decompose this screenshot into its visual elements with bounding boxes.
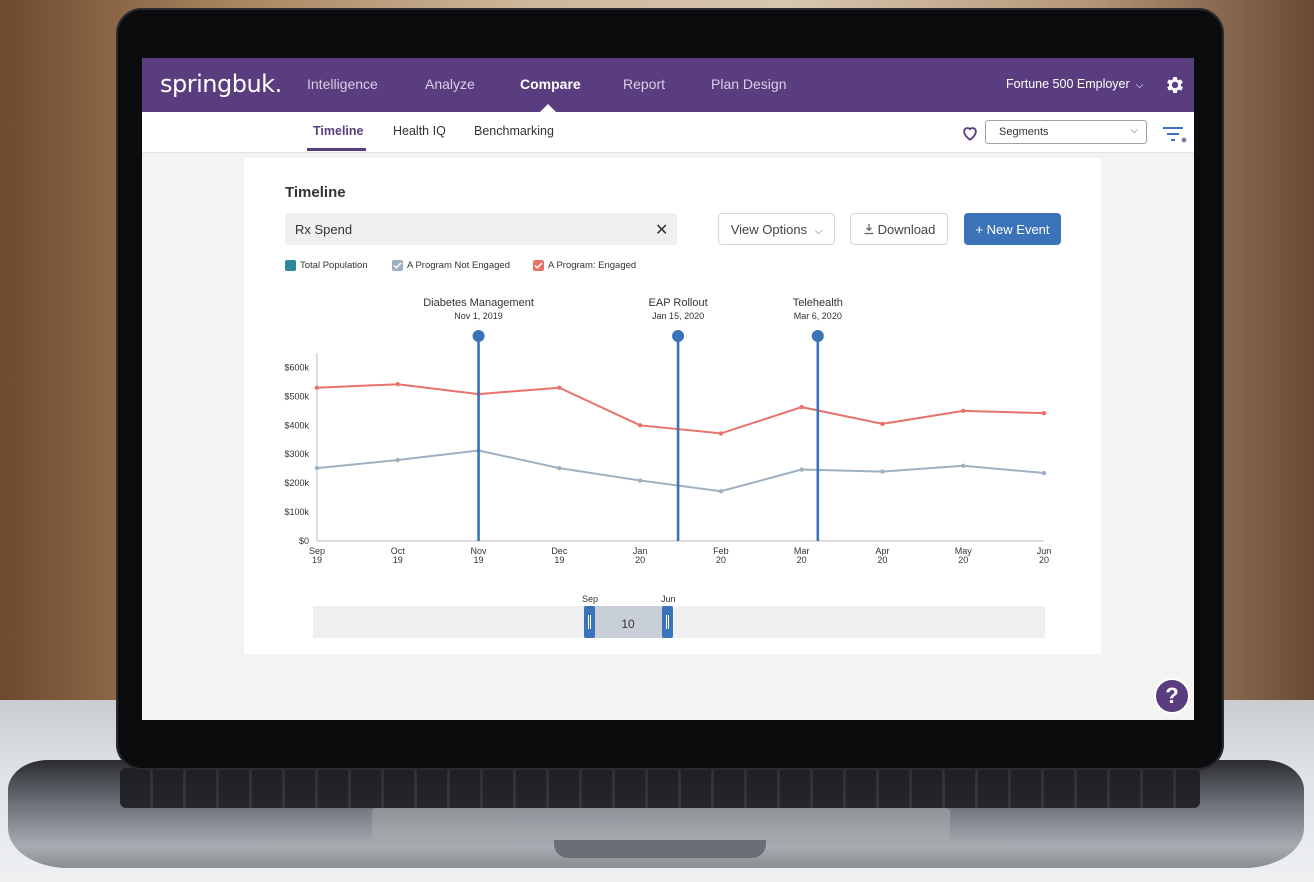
segments-placeholder: Segments — [999, 126, 1049, 138]
employer-selector[interactable]: Fortune 500 Employer ⌵ — [1006, 77, 1143, 91]
event-name: EAP Rollout — [649, 297, 708, 309]
y-tick-label: $500k — [284, 391, 309, 401]
segments-select[interactable]: Segments ⌵ — [985, 120, 1147, 144]
x-tick-label: 20 — [1039, 555, 1049, 565]
x-tick-label: 20 — [797, 555, 807, 565]
event-marker-handle[interactable] — [672, 330, 685, 342]
active-tab-underline — [307, 148, 366, 151]
event-date: Mar 6, 2020 — [794, 311, 842, 321]
series-point — [961, 463, 966, 468]
series-point — [637, 478, 643, 483]
app-screen: springbuk. Intelligence Analyze Compare … — [142, 58, 1194, 720]
event-date: Jan 15, 2020 — [652, 311, 704, 321]
series-point — [395, 457, 400, 463]
y-tick-label: $100k — [284, 507, 309, 517]
tab-timeline[interactable]: Timeline — [313, 124, 363, 138]
nav-analyze[interactable]: Analyze — [425, 76, 475, 92]
employer-name: Fortune 500 Employer — [1006, 77, 1130, 91]
y-tick-label: $400k — [284, 420, 309, 430]
nav-report[interactable]: Report — [623, 76, 665, 92]
top-navigation: springbuk. Intelligence Analyze Compare … — [142, 58, 1194, 112]
heart-icon[interactable] — [960, 123, 980, 143]
series-point — [880, 421, 885, 427]
series-point — [799, 467, 804, 472]
x-tick-label: 20 — [877, 555, 887, 565]
help-button[interactable]: ? — [1154, 678, 1190, 714]
event-marker-handle[interactable] — [472, 330, 485, 342]
timeline-chart: $0$100k$200k$300k$400k$500k$600kSep19Oct… — [284, 297, 1051, 565]
y-tick-label: $200k — [284, 478, 309, 488]
series-point — [557, 465, 562, 471]
nav-plan-design[interactable]: Plan Design — [711, 76, 787, 92]
series-point — [1041, 470, 1047, 476]
range-slider-track[interactable] — [313, 606, 1045, 638]
gear-icon[interactable] — [1164, 74, 1186, 96]
tab-benchmarking[interactable]: Benchmarking — [474, 124, 554, 138]
series-point — [557, 385, 562, 390]
tab-health-iq[interactable]: Health IQ — [393, 124, 446, 138]
x-tick-label: 19 — [554, 555, 564, 565]
range-start-label: Sep — [582, 594, 599, 604]
event-marker-handle[interactable] — [811, 330, 824, 342]
event-date: Nov 1, 2019 — [454, 311, 503, 321]
chevron-down-icon: ⌵ — [1135, 80, 1144, 91]
range-count: 10 — [621, 617, 635, 631]
springbuk-logo[interactable]: springbuk. — [160, 70, 282, 98]
series-point — [718, 431, 724, 436]
series-point — [314, 385, 320, 390]
y-tick-label: $600k — [284, 362, 309, 372]
event-name: Diabetes Management — [423, 297, 534, 309]
chevron-down-icon: ⌵ — [1130, 125, 1138, 136]
laptop-keyboard — [120, 768, 1200, 808]
series-point — [1041, 410, 1047, 416]
active-nav-indicator — [540, 104, 556, 112]
x-tick-label: 19 — [474, 555, 484, 565]
nav-compare[interactable]: Compare — [520, 76, 581, 92]
laptop-trackpad — [372, 808, 950, 840]
event-name: Telehealth — [793, 297, 843, 309]
y-tick-label: $0 — [299, 536, 309, 546]
series-line — [316, 449, 1045, 493]
series-point — [637, 423, 643, 428]
series-point — [718, 489, 724, 494]
x-tick-label: 20 — [716, 555, 726, 565]
timeline-card: Timeline Rx Spend ✕ View Options ⌵ Downl… — [244, 158, 1101, 654]
nav-intelligence[interactable]: Intelligence — [307, 76, 378, 92]
range-end-label: Jun — [661, 594, 676, 604]
series-point — [799, 404, 804, 410]
x-tick-label: 19 — [393, 555, 403, 565]
y-tick-label: $300k — [284, 449, 309, 459]
series-line — [316, 383, 1045, 435]
x-tick-label: 20 — [635, 555, 645, 565]
series-point — [314, 465, 320, 471]
series-point — [880, 469, 885, 474]
filter-icon[interactable] — [1162, 124, 1188, 144]
series-point — [961, 408, 966, 414]
series-point — [395, 382, 400, 387]
x-tick-label: 20 — [958, 555, 968, 565]
x-tick-label: 19 — [312, 555, 322, 565]
laptop-notch — [554, 840, 766, 858]
